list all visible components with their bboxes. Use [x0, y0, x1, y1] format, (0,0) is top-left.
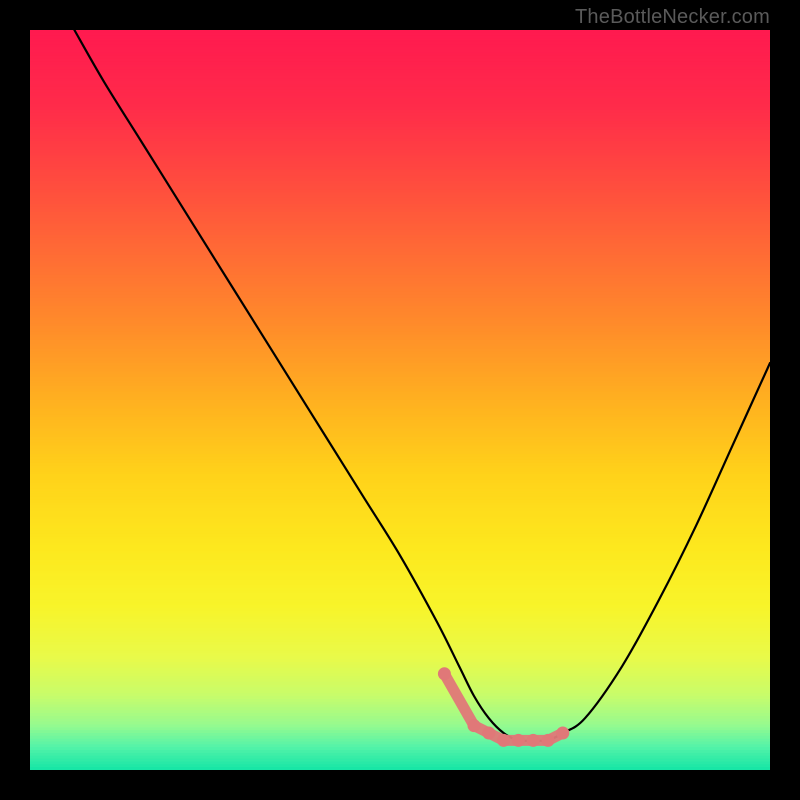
curve-path [74, 30, 770, 741]
marker-band [444, 674, 562, 741]
chart-container: TheBottleNecker.com [0, 0, 800, 800]
marker-dot [556, 727, 569, 740]
marker-dot [468, 719, 481, 732]
marker-dot [512, 734, 525, 747]
marker-dot [527, 734, 540, 747]
watermark-text: TheBottleNecker.com [575, 6, 770, 29]
marker-dot [542, 734, 555, 747]
plot-area [30, 30, 770, 770]
bottleneck-curve [30, 30, 770, 770]
marker-dot [482, 727, 495, 740]
marker-dot [497, 734, 510, 747]
marker-dot [438, 667, 451, 680]
